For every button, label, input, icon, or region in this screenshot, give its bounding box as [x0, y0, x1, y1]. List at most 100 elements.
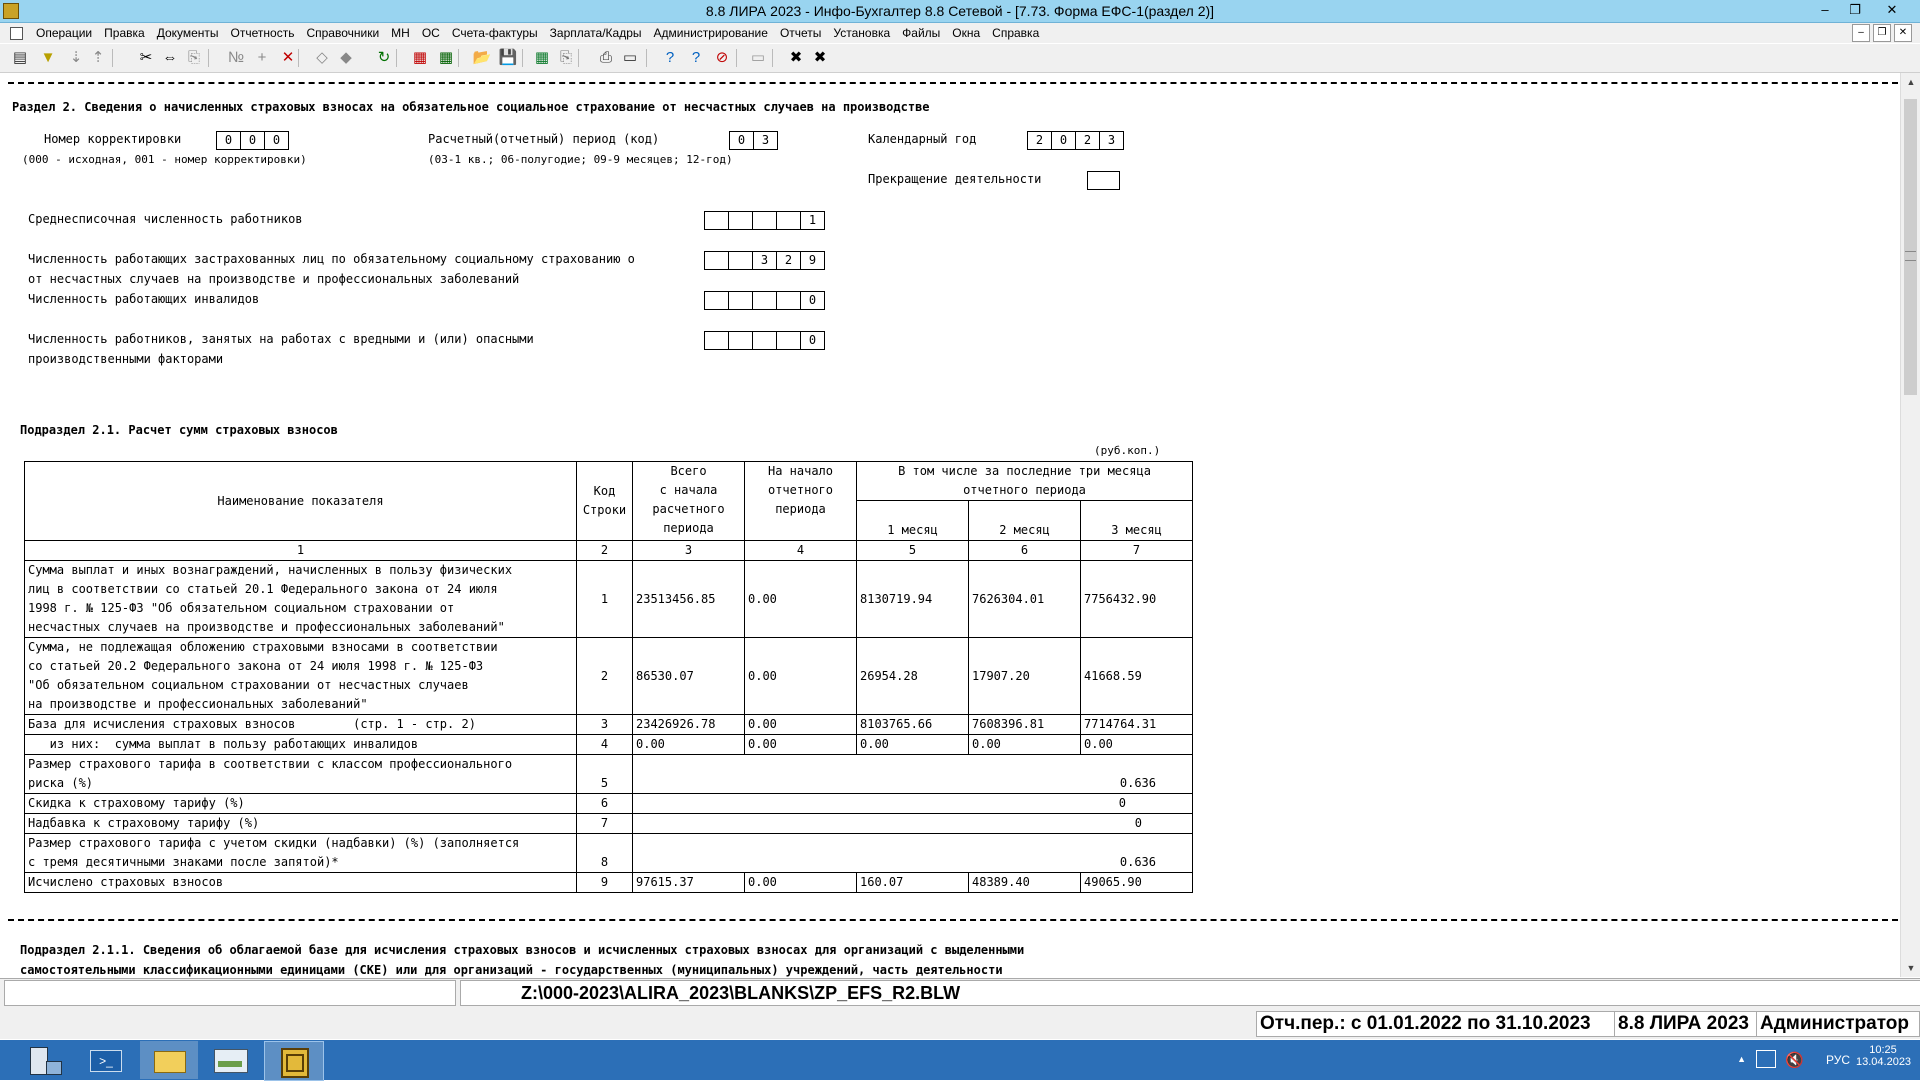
excel-icon[interactable]: ▦ — [532, 48, 552, 68]
menu-item[interactable]: Отчеты — [774, 26, 827, 40]
restore-button[interactable]: ❐ — [1840, 1, 1870, 19]
digit-cell[interactable] — [704, 251, 729, 270]
menu-item[interactable]: Операции — [30, 26, 98, 40]
close-button[interactable]: ✕ — [1870, 1, 1914, 19]
digit-cell[interactable]: 2 — [1075, 131, 1100, 150]
open-icon[interactable]: 📂 — [472, 48, 492, 68]
about-icon[interactable]: ⊘ — [712, 48, 732, 68]
value-cell-m2[interactable]: 17907.20 — [968, 637, 1081, 715]
value-cell-total[interactable]: 23426926.78 — [632, 714, 745, 735]
calendar-year-field[interactable]: 2023 — [1027, 131, 1124, 150]
menu-item[interactable]: ОС — [416, 26, 446, 40]
preview-icon[interactable]: ▭ — [620, 48, 640, 68]
scroll-up-icon[interactable]: ▲ — [1901, 73, 1920, 91]
digit-cell[interactable]: 3 — [752, 251, 777, 270]
value-cell-m1[interactable]: 26954.28 — [856, 637, 969, 715]
value-cell-total[interactable]: 23513456.85 — [632, 560, 745, 638]
digit-cell[interactable]: 2 — [1027, 131, 1052, 150]
value-cell-m3[interactable]: 7714764.31 — [1080, 714, 1193, 735]
period-code-field[interactable]: 03 — [729, 131, 778, 150]
digit-cell[interactable] — [776, 211, 801, 230]
calc-icon[interactable]: ▦ — [436, 48, 456, 68]
server-manager-icon[interactable] — [16, 1041, 74, 1079]
value-cell-total[interactable]: 0.00 — [632, 734, 745, 755]
sort-desc-icon[interactable]: ⇡ — [88, 48, 108, 68]
value-cell-m3[interactable]: 0.00 — [1080, 734, 1193, 755]
filter-icon[interactable]: ▼ — [38, 48, 58, 68]
close-doc-icon[interactable]: ✖ — [786, 48, 806, 68]
hazard-count-field[interactable]: 0 — [704, 331, 825, 350]
value-cell-total[interactable]: 86530.07 — [632, 637, 745, 715]
clock[interactable]: 10:25 13.04.2023 — [1856, 1044, 1911, 1068]
digit-cell[interactable]: 0 — [800, 331, 825, 350]
digit-cell[interactable]: 0 — [1051, 131, 1076, 150]
insured-count-field[interactable]: 329 — [704, 251, 825, 270]
digit-cell[interactable] — [728, 331, 753, 350]
menu-item[interactable]: Окна — [946, 26, 986, 40]
document-menu-icon[interactable] — [10, 27, 23, 40]
photos-icon[interactable] — [202, 1041, 260, 1079]
mdi-restore-button[interactable]: ❐ — [1873, 24, 1891, 42]
value-cell-m3[interactable]: 49065.90 — [1080, 872, 1193, 893]
network-icon[interactable] — [1756, 1050, 1776, 1068]
menu-item[interactable]: Документы — [151, 26, 225, 40]
explorer-icon[interactable] — [140, 1041, 198, 1079]
digit-cell[interactable] — [728, 291, 753, 310]
menu-item[interactable]: Администрирование — [648, 26, 774, 40]
stop-activity-field[interactable] — [1087, 171, 1120, 190]
mdi-close-button[interactable]: ✕ — [1894, 24, 1912, 42]
menu-item[interactable]: Отчетность — [225, 26, 301, 40]
scroll-thumb[interactable] — [1904, 99, 1917, 395]
value-cell-total[interactable]: 97615.37 — [632, 872, 745, 893]
view-icon[interactable]: ▤ — [10, 48, 30, 68]
tariff-value[interactable]: 0.636 — [632, 833, 1193, 873]
menu-item[interactable]: МН — [385, 26, 416, 40]
digit-cell[interactable] — [776, 291, 801, 310]
digit-cell[interactable] — [728, 251, 753, 270]
scroll-down-icon[interactable]: ▼ — [1901, 959, 1920, 977]
value-cell-m3[interactable]: 7756432.90 — [1080, 560, 1193, 638]
value-cell-m1[interactable]: 160.07 — [856, 872, 969, 893]
digit-cell[interactable]: 1 — [800, 211, 825, 230]
mdi-minimize-button[interactable]: – — [1852, 24, 1870, 42]
menu-item[interactable]: Справка — [986, 26, 1045, 40]
tool-b-icon[interactable]: ◆ — [336, 48, 356, 68]
powershell-icon[interactable]: >_ — [78, 1041, 136, 1079]
avg-headcount-field[interactable]: 1 — [704, 211, 825, 230]
delete-icon[interactable]: ✕ — [278, 48, 298, 68]
add-icon[interactable]: + — [252, 48, 272, 68]
sort-asc-icon[interactable]: ⇣ — [66, 48, 86, 68]
value-cell-m2[interactable]: 7626304.01 — [968, 560, 1081, 638]
digit-cell[interactable]: 0 — [216, 131, 241, 150]
print-icon[interactable]: ⎙ — [596, 48, 616, 68]
tool-a-icon[interactable]: ◇ — [312, 48, 332, 68]
digit-cell[interactable] — [1087, 171, 1120, 190]
language-indicator[interactable]: РУС — [1826, 1053, 1850, 1067]
copy-icon[interactable]: ⎘ — [556, 48, 576, 68]
volume-icon[interactable]: 🔇 — [1785, 1051, 1804, 1069]
value-cell-start[interactable]: 0.00 — [744, 734, 857, 755]
context-help-icon[interactable]: ? — [686, 48, 706, 68]
save-icon[interactable]: 💾 — [498, 48, 518, 68]
menu-item[interactable]: Установка — [827, 26, 896, 40]
digit-cell[interactable] — [752, 291, 777, 310]
digit-cell[interactable]: 3 — [1099, 131, 1124, 150]
value-cell-start[interactable]: 0.00 — [744, 872, 857, 893]
tariff-value[interactable]: 0 — [632, 793, 1193, 814]
digit-cell[interactable] — [704, 331, 729, 350]
value-cell-m1[interactable]: 0.00 — [856, 734, 969, 755]
digit-cell[interactable] — [704, 291, 729, 310]
menu-item[interactable]: Справочники — [300, 26, 385, 40]
correction-number-field[interactable]: 000 — [216, 131, 289, 150]
help-icon[interactable]: ? — [660, 48, 680, 68]
digit-cell[interactable]: 0 — [264, 131, 289, 150]
digit-cell[interactable]: 0 — [729, 131, 754, 150]
value-cell-m1[interactable]: 8130719.94 — [856, 560, 969, 638]
digit-cell[interactable]: 3 — [753, 131, 778, 150]
vertical-scrollbar[interactable]: ▲ ▼ — [1900, 73, 1920, 977]
value-cell-start[interactable]: 0.00 — [744, 714, 857, 735]
numbering-icon[interactable]: № — [226, 48, 246, 68]
digit-cell[interactable]: 2 — [776, 251, 801, 270]
digit-cell[interactable]: 9 — [800, 251, 825, 270]
tariff-value[interactable]: 0 — [632, 813, 1193, 834]
